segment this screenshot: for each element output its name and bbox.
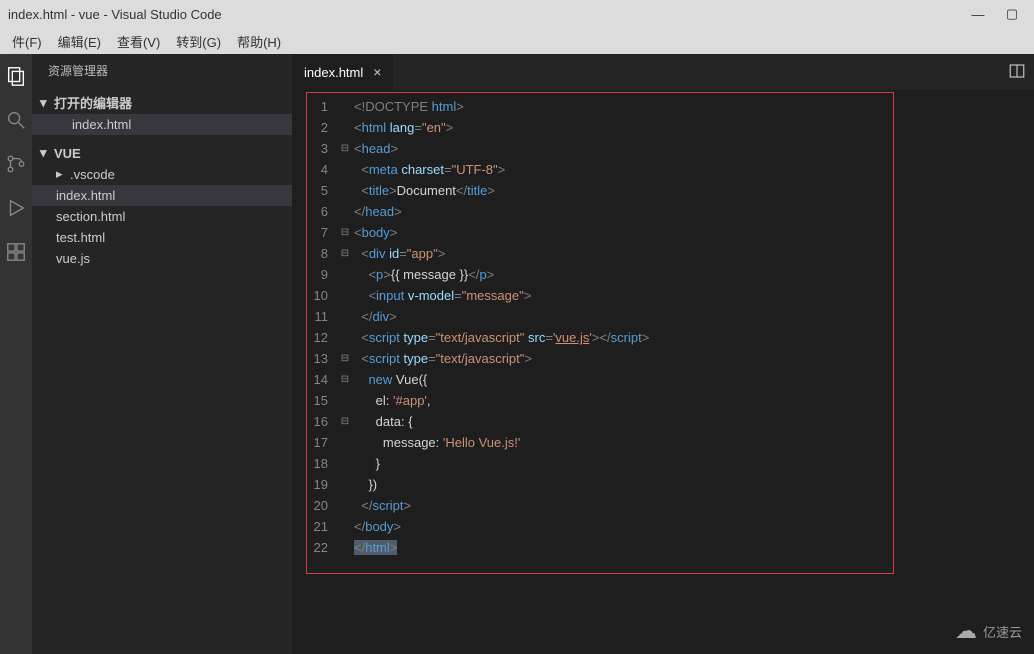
line-numbers: 12345678910111213141516171819202122 — [296, 96, 336, 558]
menu-goto[interactable]: 转到(G) — [168, 30, 229, 53]
menu-edit[interactable]: 编辑(E) — [50, 30, 109, 53]
menu-help[interactable]: 帮助(H) — [229, 30, 289, 53]
project-section[interactable]: ▾VUE — [32, 143, 292, 163]
folder-vscode[interactable]: ▸.vscode — [32, 163, 292, 185]
menu-bar: 件(F) 编辑(E) 查看(V) 转到(G) 帮助(H) — [0, 28, 1034, 54]
open-editors-label: 打开的编辑器 — [54, 93, 132, 112]
close-icon[interactable]: × — [373, 64, 381, 80]
open-editor-item[interactable]: index.html — [32, 114, 292, 135]
editor-area: index.html × 123456789101112131415161718… — [292, 54, 1034, 654]
sidebar-header: 资源管理器 — [32, 54, 292, 87]
title-bar: index.html - vue - Visual Studio Code — … — [0, 0, 1034, 28]
vscode-window: index.html - vue - Visual Studio Code — … — [0, 0, 1034, 654]
maximize-button[interactable]: ▢ — [998, 4, 1026, 24]
window-controls: — ▢ — [964, 4, 1026, 24]
activity-bar — [0, 54, 32, 654]
debug-icon[interactable] — [2, 194, 30, 222]
tab-indexhtml[interactable]: index.html × — [292, 54, 393, 90]
watermark-text: 亿速云 — [983, 622, 1022, 641]
file-sectionhtml[interactable]: section.html — [32, 206, 292, 227]
window-title: index.html - vue - Visual Studio Code — [8, 7, 222, 22]
file-indexhtml[interactable]: index.html — [32, 185, 292, 206]
explorer-icon[interactable] — [2, 62, 30, 90]
search-icon[interactable] — [2, 106, 30, 134]
code-editor[interactable]: 12345678910111213141516171819202122 ⊟⊟⊟⊟… — [292, 90, 1034, 654]
code-content[interactable]: <!DOCTYPE html> <html lang="en"> <head> … — [354, 96, 1030, 558]
file-vuejs[interactable]: vue.js — [32, 248, 292, 269]
file-testhtml[interactable]: test.html — [32, 227, 292, 248]
minimize-button[interactable]: — — [964, 4, 992, 24]
tab-bar: index.html × — [292, 54, 1034, 90]
fold-column: ⊟⊟⊟⊟⊟⊟ — [336, 96, 354, 558]
open-editors-section[interactable]: ▾打开的编辑器 — [32, 91, 292, 114]
explorer-sidebar: 资源管理器 ▾打开的编辑器 index.html ▾VUE ▸.vscode i… — [32, 54, 292, 654]
menu-file[interactable]: 件(F) — [4, 30, 50, 53]
editor-actions — [1000, 54, 1034, 90]
source-control-icon[interactable] — [2, 150, 30, 178]
split-editor-icon[interactable] — [1008, 62, 1026, 83]
cloud-icon: ☁ — [955, 618, 977, 644]
main-area: 资源管理器 ▾打开的编辑器 index.html ▾VUE ▸.vscode i… — [0, 54, 1034, 654]
project-name: VUE — [54, 146, 81, 161]
menu-view[interactable]: 查看(V) — [109, 30, 168, 53]
tab-label: index.html — [304, 65, 363, 80]
extensions-icon[interactable] — [2, 238, 30, 266]
watermark: ☁ 亿速云 — [955, 618, 1022, 644]
